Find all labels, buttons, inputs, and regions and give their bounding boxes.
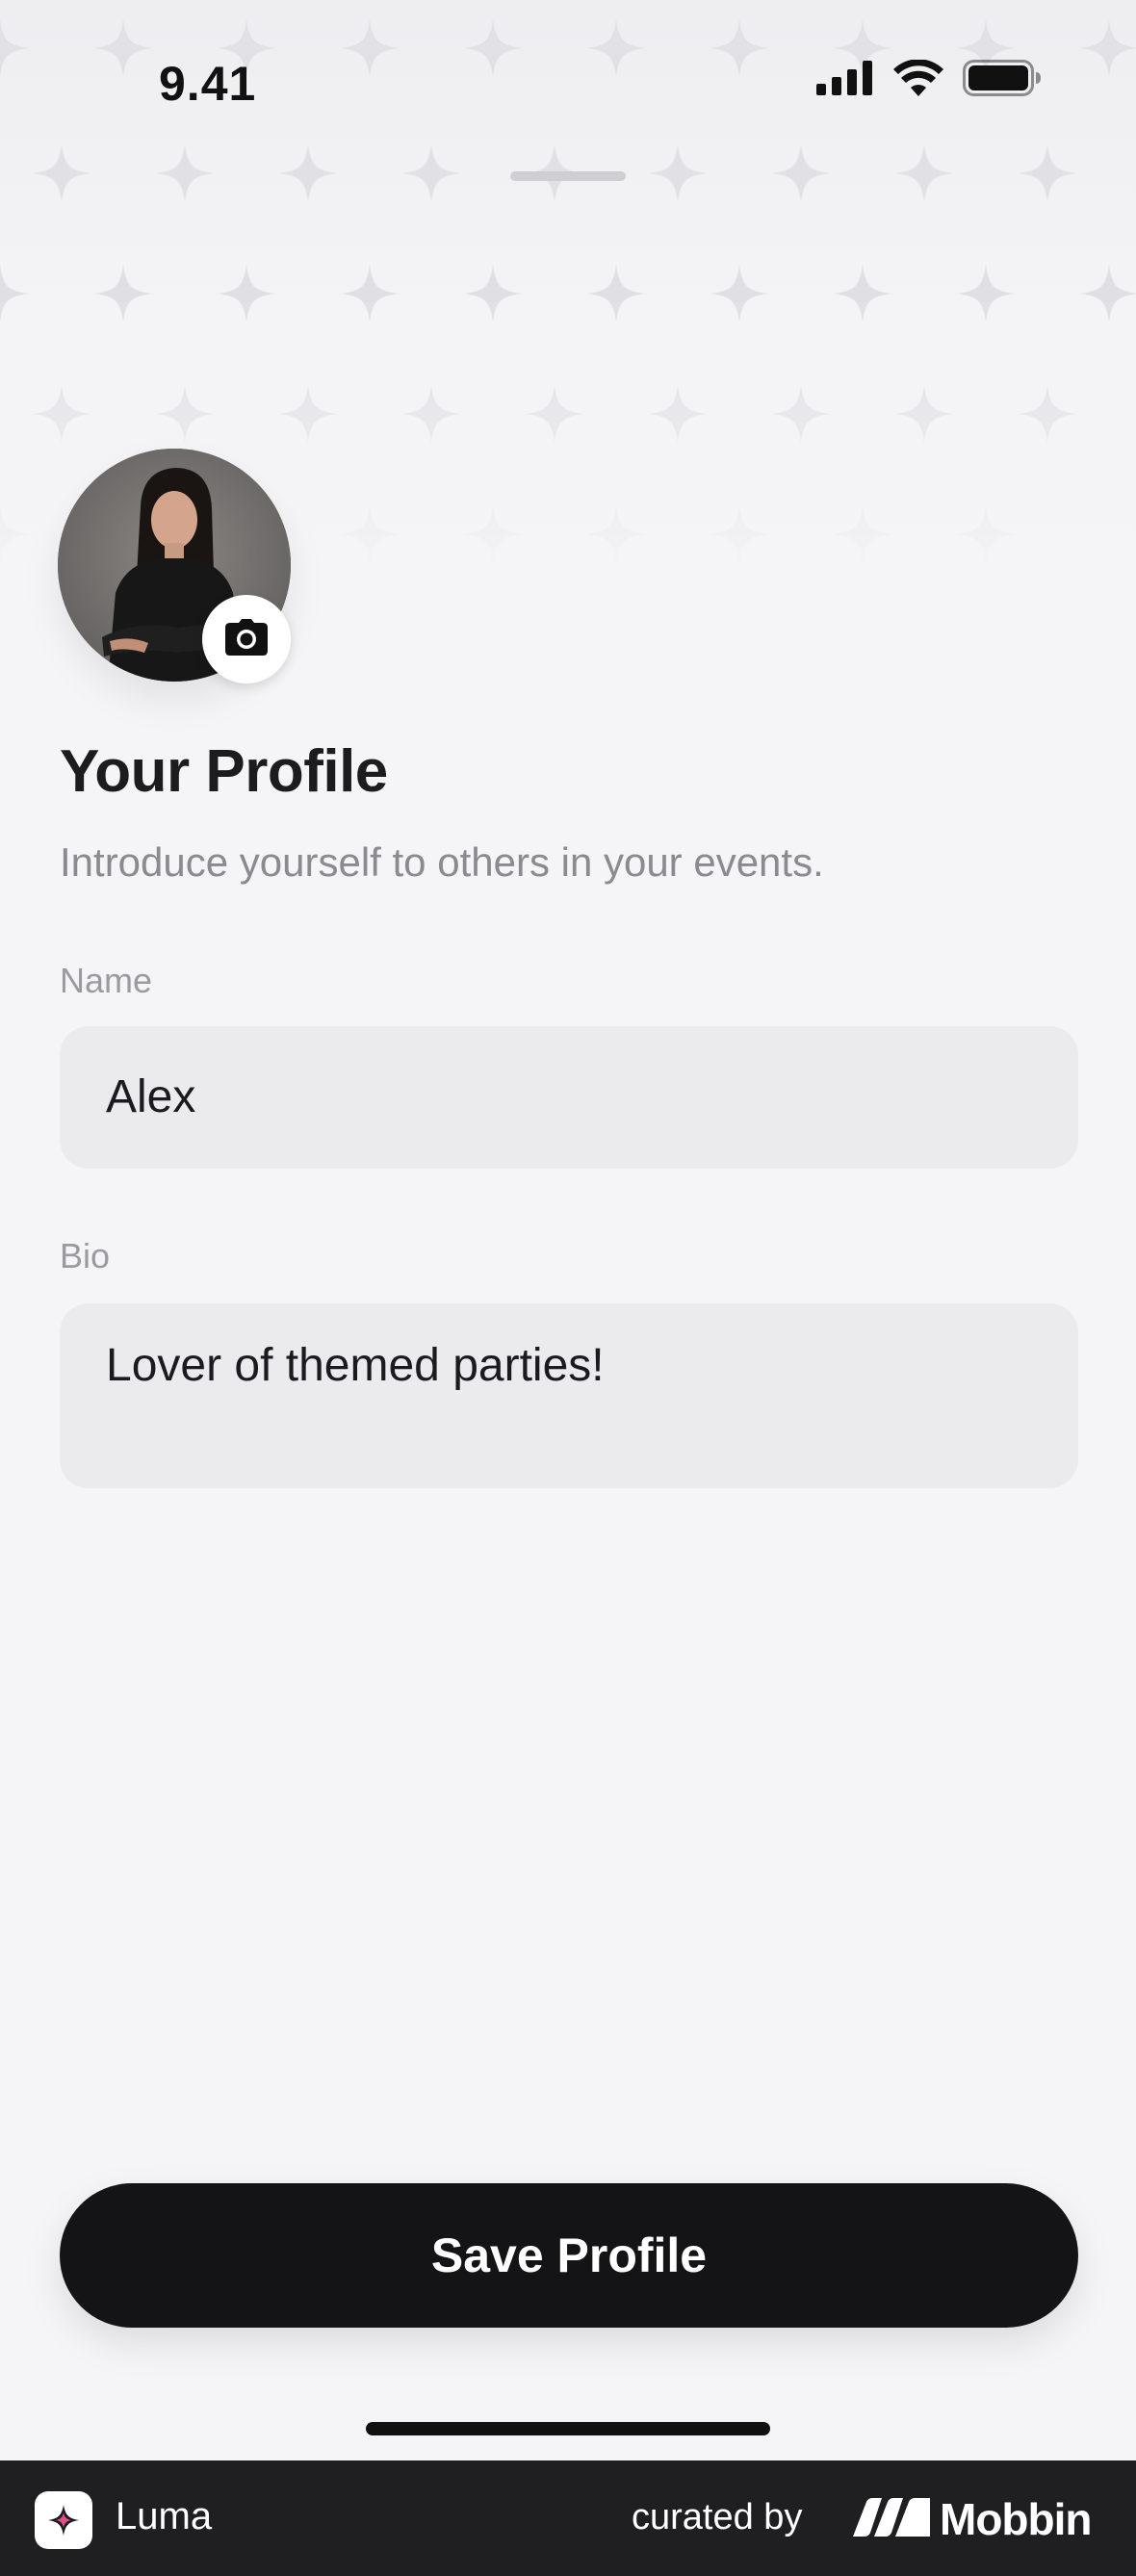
wifi-icon: [893, 59, 943, 101]
bio-label: Bio: [60, 1236, 111, 1275]
page-title: Your Profile: [60, 738, 388, 805]
page-subtitle: Introduce yourself to others in your eve…: [60, 839, 824, 885]
name-label: Name: [60, 961, 153, 1000]
save-profile-button[interactable]: Save Profile: [60, 2183, 1078, 2328]
signal-icon: [816, 61, 874, 100]
bio-field[interactable]: Lover of themed parties!: [60, 1303, 1078, 1488]
battery-icon: [963, 60, 1042, 101]
status-time: 9.41: [159, 57, 257, 111]
home-indicator: [366, 2422, 770, 2435]
footer-app-name: Luma: [116, 2495, 213, 2537]
status-bar: 9.41: [0, 0, 1136, 173]
mobbin-footer: Luma curated by Mobbin: [0, 2460, 1136, 2576]
name-field[interactable]: Alex: [60, 1026, 1078, 1169]
luma-logo-icon: [35, 2491, 92, 2549]
mobbin-logo-icon: [853, 2497, 930, 2541]
footer-curated-by: curated by: [632, 2497, 803, 2537]
status-icons: [816, 59, 1042, 101]
mobbin-logo: Mobbin: [853, 2493, 1092, 2545]
sheet-grabber[interactable]: [510, 171, 626, 181]
change-photo-button[interactable]: [202, 595, 291, 683]
camera-icon: [225, 618, 268, 660]
footer-brand: Mobbin: [940, 2494, 1092, 2544]
